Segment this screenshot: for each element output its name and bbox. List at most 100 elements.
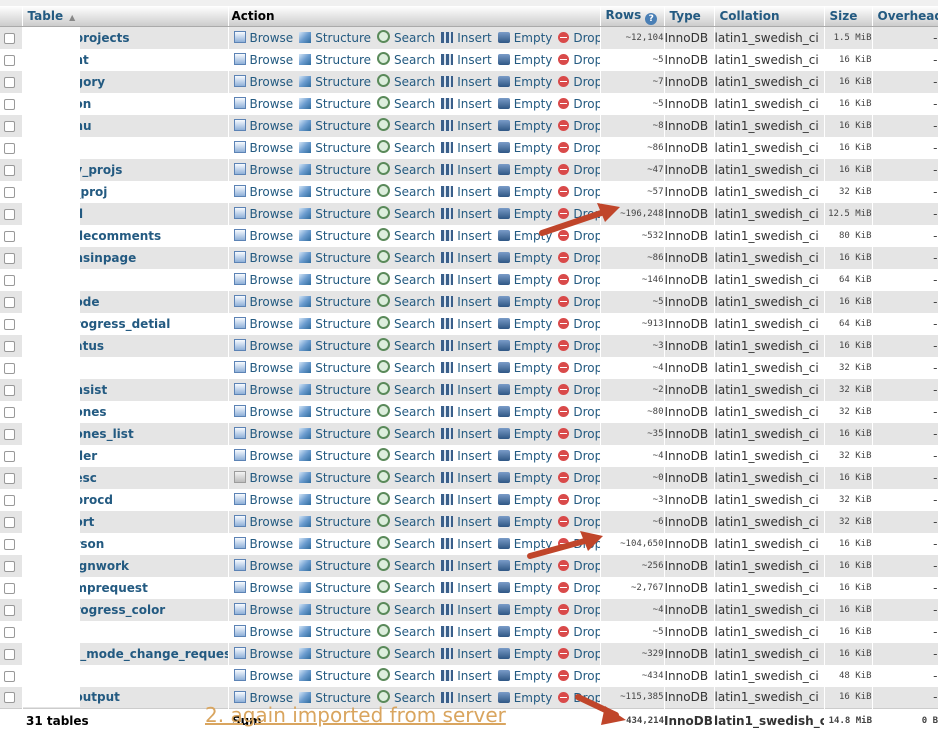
row-checkbox[interactable] <box>4 648 15 660</box>
browse-link[interactable]: Browse <box>233 251 293 265</box>
drop-link[interactable]: Drop <box>558 251 599 265</box>
row-checkbox[interactable] <box>4 406 15 418</box>
browse-link[interactable]: Browse <box>233 471 293 485</box>
browse-link[interactable]: Browse <box>233 119 293 133</box>
structure-link[interactable]: Structure <box>299 317 371 331</box>
row-checkbox[interactable] <box>4 692 15 704</box>
insert-link[interactable]: Insert <box>441 119 492 133</box>
search-link[interactable]: Search <box>377 294 435 309</box>
empty-link[interactable]: Empty <box>497 449 552 463</box>
search-link[interactable]: Search <box>377 228 435 243</box>
structure-link[interactable]: Structure <box>299 53 371 67</box>
empty-link[interactable]: Empty <box>497 119 552 133</box>
row-checkbox[interactable] <box>4 472 15 484</box>
empty-link[interactable]: Empty <box>497 97 552 111</box>
insert-link[interactable]: Insert <box>441 361 492 375</box>
search-link[interactable]: Search <box>377 382 435 397</box>
insert-link[interactable]: Insert <box>441 603 492 617</box>
header-table[interactable]: Table ▲ <box>22 6 229 27</box>
search-link[interactable]: Search <box>377 272 435 287</box>
structure-link[interactable]: Structure <box>299 647 371 661</box>
drop-link[interactable]: Drop <box>558 449 599 463</box>
header-type[interactable]: Type <box>664 6 715 27</box>
insert-link[interactable]: Insert <box>441 31 492 45</box>
row-checkbox[interactable] <box>4 32 15 44</box>
browse-link[interactable]: Browse <box>233 537 293 551</box>
empty-link[interactable]: Empty <box>497 603 552 617</box>
structure-link[interactable]: Structure <box>299 603 371 617</box>
insert-link[interactable]: Insert <box>441 75 492 89</box>
search-link[interactable]: Search <box>377 492 435 507</box>
help-icon[interactable]: ? <box>645 12 658 25</box>
browse-link[interactable]: Browse <box>233 647 293 661</box>
browse-link[interactable]: Browse <box>233 229 293 243</box>
browse-link[interactable]: Browse <box>233 273 293 287</box>
browse-link[interactable]: Browse <box>233 581 293 595</box>
empty-link[interactable]: Empty <box>497 207 552 221</box>
empty-link[interactable]: Empty <box>497 163 552 177</box>
search-link[interactable]: Search <box>377 162 435 177</box>
browse-link[interactable]: Browse <box>233 449 293 463</box>
search-link[interactable]: Search <box>377 602 435 617</box>
insert-link[interactable]: Insert <box>441 339 492 353</box>
row-checkbox[interactable] <box>4 450 15 462</box>
structure-link[interactable]: Structure <box>299 471 371 485</box>
drop-link[interactable]: Drop <box>558 163 599 177</box>
drop-link[interactable]: Drop <box>558 603 599 617</box>
empty-link[interactable]: Empty <box>497 427 552 441</box>
row-checkbox[interactable] <box>4 186 15 198</box>
browse-link[interactable]: Browse <box>233 53 293 67</box>
search-link[interactable]: Search <box>377 558 435 573</box>
drop-link[interactable]: Drop <box>558 207 599 221</box>
row-checkbox[interactable] <box>4 142 15 154</box>
insert-link[interactable]: Insert <box>441 493 492 507</box>
browse-link[interactable]: Browse <box>233 141 293 155</box>
empty-link[interactable]: Empty <box>497 75 552 89</box>
drop-link[interactable]: Drop <box>558 141 599 155</box>
drop-link[interactable]: Drop <box>558 383 599 397</box>
header-size[interactable]: Size <box>824 6 873 27</box>
empty-link[interactable]: Empty <box>497 339 552 353</box>
browse-link[interactable]: Browse <box>233 383 293 397</box>
search-link[interactable]: Search <box>377 30 435 45</box>
structure-link[interactable]: Structure <box>299 449 371 463</box>
row-checkbox[interactable] <box>4 120 15 132</box>
insert-link[interactable]: Insert <box>441 185 492 199</box>
browse-link[interactable]: Browse <box>233 339 293 353</box>
insert-link[interactable]: Insert <box>441 207 492 221</box>
search-link[interactable]: Search <box>377 96 435 111</box>
row-checkbox[interactable] <box>4 252 15 264</box>
search-link[interactable]: Search <box>377 338 435 353</box>
header-overhead[interactable]: Overhead <box>872 6 938 27</box>
search-link[interactable]: Search <box>377 470 435 485</box>
insert-link[interactable]: Insert <box>441 559 492 573</box>
empty-link[interactable]: Empty <box>497 405 552 419</box>
drop-link[interactable]: Drop <box>558 119 599 133</box>
structure-link[interactable]: Structure <box>299 185 371 199</box>
empty-link[interactable]: Empty <box>497 581 552 595</box>
row-checkbox[interactable] <box>4 54 15 66</box>
structure-link[interactable]: Structure <box>299 273 371 287</box>
drop-link[interactable]: Drop <box>558 317 599 331</box>
row-checkbox[interactable] <box>4 208 15 220</box>
empty-link[interactable]: Empty <box>497 185 552 199</box>
insert-link[interactable]: Insert <box>441 471 492 485</box>
drop-link[interactable]: Drop <box>558 185 599 199</box>
row-checkbox[interactable] <box>4 538 15 550</box>
browse-link[interactable]: Browse <box>233 75 293 89</box>
drop-link[interactable]: Drop <box>558 229 599 243</box>
search-link[interactable]: Search <box>377 184 435 199</box>
header-collation[interactable]: Collation <box>714 6 825 27</box>
drop-link[interactable]: Drop <box>558 31 599 45</box>
row-checkbox[interactable] <box>4 582 15 594</box>
search-link[interactable]: Search <box>377 668 435 683</box>
browse-link[interactable]: Browse <box>233 625 293 639</box>
insert-link[interactable]: Insert <box>441 427 492 441</box>
browse-link[interactable]: Browse <box>233 361 293 375</box>
empty-link[interactable]: Empty <box>497 383 552 397</box>
search-link[interactable]: Search <box>377 360 435 375</box>
empty-link[interactable]: Empty <box>497 625 552 639</box>
drop-link[interactable]: Drop <box>558 295 599 309</box>
structure-link[interactable]: Structure <box>299 141 371 155</box>
browse-link[interactable]: Browse <box>233 603 293 617</box>
